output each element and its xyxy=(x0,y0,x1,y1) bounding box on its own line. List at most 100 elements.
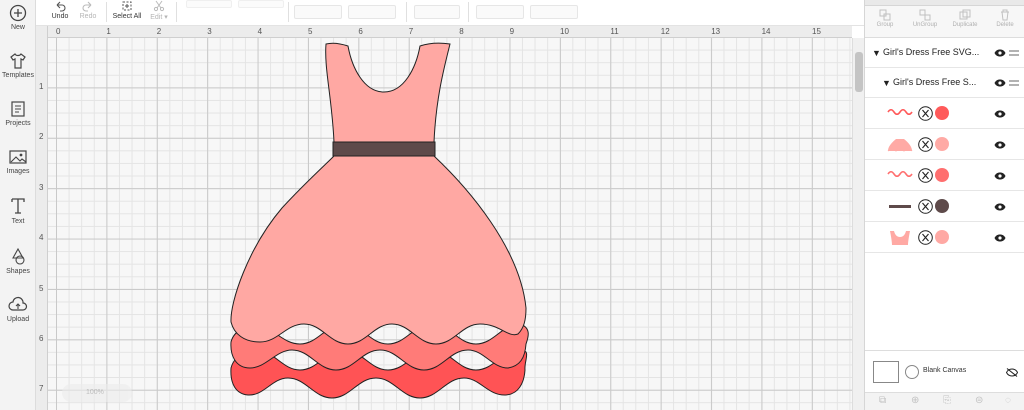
shirt-icon xyxy=(10,53,26,69)
size-width-field[interactable] xyxy=(294,5,342,19)
eye-hidden-icon[interactable] xyxy=(1006,368,1018,377)
ruler-tick-label: 6 xyxy=(358,27,363,36)
ruler-tick-label: 15 xyxy=(812,27,821,36)
blank-canvas-row[interactable]: Blank Canvas xyxy=(865,350,1024,392)
layer-row[interactable] xyxy=(865,191,1024,222)
flatten-icon[interactable]: ⊜ xyxy=(975,395,983,406)
select-all-button[interactable]: Select All xyxy=(110,0,144,20)
ungroup-button[interactable]: UnGroup xyxy=(907,9,943,28)
eye-icon[interactable] xyxy=(994,203,1006,211)
drag-handle-icon[interactable] xyxy=(1009,80,1019,86)
drag-handle-icon[interactable] xyxy=(1009,50,1019,56)
eye-icon[interactable] xyxy=(994,79,1006,87)
cut-operation-icon[interactable] xyxy=(918,106,933,121)
nav-projects[interactable]: Projects xyxy=(0,100,36,127)
ruler-tick-label: 1 xyxy=(106,27,111,36)
ruler-tick-label: 14 xyxy=(761,27,771,36)
delete-label: Delete xyxy=(996,22,1014,28)
edit-button[interactable]: Edit ▾ xyxy=(146,0,172,21)
ruler-tick-label: 7 xyxy=(39,384,44,394)
group-title: Girl's Dress Free SVG... xyxy=(883,47,980,57)
layer-row[interactable] xyxy=(865,160,1024,191)
nav-label: Upload xyxy=(6,316,30,323)
ruler-tick-label: 0 xyxy=(56,27,61,36)
nav-templates[interactable]: Templates xyxy=(0,52,36,79)
nav-label: Shapes xyxy=(6,268,30,275)
bodice-layer[interactable] xyxy=(325,42,451,143)
duplicate-icon xyxy=(959,9,971,20)
caret-down-icon[interactable]: ▼ xyxy=(882,78,891,88)
dress-artwork[interactable] xyxy=(48,38,852,410)
layer-color-swatch[interactable] xyxy=(935,230,949,244)
layer-thumbnail xyxy=(887,139,913,152)
eye-icon[interactable] xyxy=(994,141,1006,149)
vertical-scrollbar[interactable] xyxy=(852,38,864,410)
ruler-tick-label: 4 xyxy=(39,233,44,243)
layer-group-row[interactable]: ▼ Girl's Dress Free S... xyxy=(865,68,1024,98)
bottom-ruffle-layer[interactable] xyxy=(230,349,528,399)
design-canvas[interactable] xyxy=(48,38,852,410)
align-control[interactable] xyxy=(186,0,232,8)
layer-thumbnail xyxy=(887,170,913,178)
upload-cloud-icon xyxy=(8,296,28,311)
position-x-field[interactable] xyxy=(476,5,524,19)
layer-color-swatch[interactable] xyxy=(935,106,949,120)
eye-icon[interactable] xyxy=(994,110,1006,118)
ruler-tick-label: 9 xyxy=(509,27,515,36)
toolbar-divider xyxy=(176,2,177,22)
nav-label: Images xyxy=(6,168,30,175)
redo-button[interactable]: Redo xyxy=(76,0,100,20)
arrange-control[interactable] xyxy=(238,0,284,8)
blank-canvas-label: Blank Canvas xyxy=(923,367,967,374)
layer-thumbnail xyxy=(889,205,911,208)
ruler-tick-label: 5 xyxy=(308,27,313,36)
scrollbar-thumb[interactable] xyxy=(855,52,863,92)
rotate-field[interactable] xyxy=(414,5,460,19)
size-height-field[interactable] xyxy=(348,5,396,19)
caret-down-icon[interactable]: ▼ xyxy=(872,48,881,58)
undo-label: Undo xyxy=(51,13,69,20)
duplicate-button[interactable]: Duplicate xyxy=(947,9,983,28)
ruler-tick-label: 8 xyxy=(459,27,464,36)
canvas-toggle[interactable] xyxy=(905,365,919,379)
ruler-tick-label: 1 xyxy=(39,82,44,91)
attach-icon[interactable]: ⎘ xyxy=(943,395,951,406)
zoom-control[interactable]: 100% xyxy=(62,384,132,402)
layer-group-row[interactable]: ▼ Girl's Dress Free SVG... xyxy=(865,38,1024,68)
layer-row[interactable] xyxy=(865,129,1024,160)
layer-row[interactable] xyxy=(865,222,1024,253)
layer-color-swatch[interactable] xyxy=(935,199,949,213)
contour-icon[interactable]: ◌ xyxy=(1005,395,1011,406)
cut-operation-icon[interactable] xyxy=(918,168,933,183)
cut-operation-icon[interactable] xyxy=(918,230,933,245)
combine-icon[interactable]: ⊕ xyxy=(911,395,919,406)
nav-images[interactable]: Images xyxy=(0,148,36,175)
nav-new[interactable]: New xyxy=(0,4,36,31)
layer-color-swatch[interactable] xyxy=(935,168,949,182)
canvas-color-swatch[interactable] xyxy=(873,361,899,383)
delete-button[interactable]: Delete xyxy=(987,9,1023,28)
group-button[interactable]: Group xyxy=(867,9,903,28)
eye-icon[interactable] xyxy=(994,49,1006,57)
skirt-layer[interactable] xyxy=(230,155,527,345)
undo-button[interactable]: Undo xyxy=(48,0,72,20)
eye-icon[interactable] xyxy=(994,234,1006,242)
position-y-field[interactable] xyxy=(530,5,578,19)
nav-text[interactable]: Text xyxy=(0,196,36,225)
panel-bottom-toolbar: ⧉ ⊕ ⎘ ⊜ ◌ xyxy=(865,392,1024,410)
ruler-tick-label: 5 xyxy=(39,283,44,293)
shapes-icon xyxy=(12,247,25,265)
layer-color-swatch[interactable] xyxy=(935,137,949,151)
cut-operation-icon[interactable] xyxy=(918,199,933,214)
cut-operation-icon[interactable] xyxy=(918,137,933,152)
vertical-ruler: 1 2 3 4 5 6 7 xyxy=(36,26,48,410)
nav-upload[interactable]: Upload xyxy=(0,296,36,323)
eye-icon[interactable] xyxy=(994,172,1006,180)
layer-thumbnail xyxy=(887,108,913,116)
redo-icon xyxy=(82,1,92,12)
layer-row[interactable] xyxy=(865,98,1024,129)
slice-icon[interactable]: ⧉ xyxy=(879,395,886,406)
toolbar-divider xyxy=(106,2,107,22)
belt-layer[interactable] xyxy=(332,141,436,157)
nav-shapes[interactable]: Shapes xyxy=(0,246,36,275)
